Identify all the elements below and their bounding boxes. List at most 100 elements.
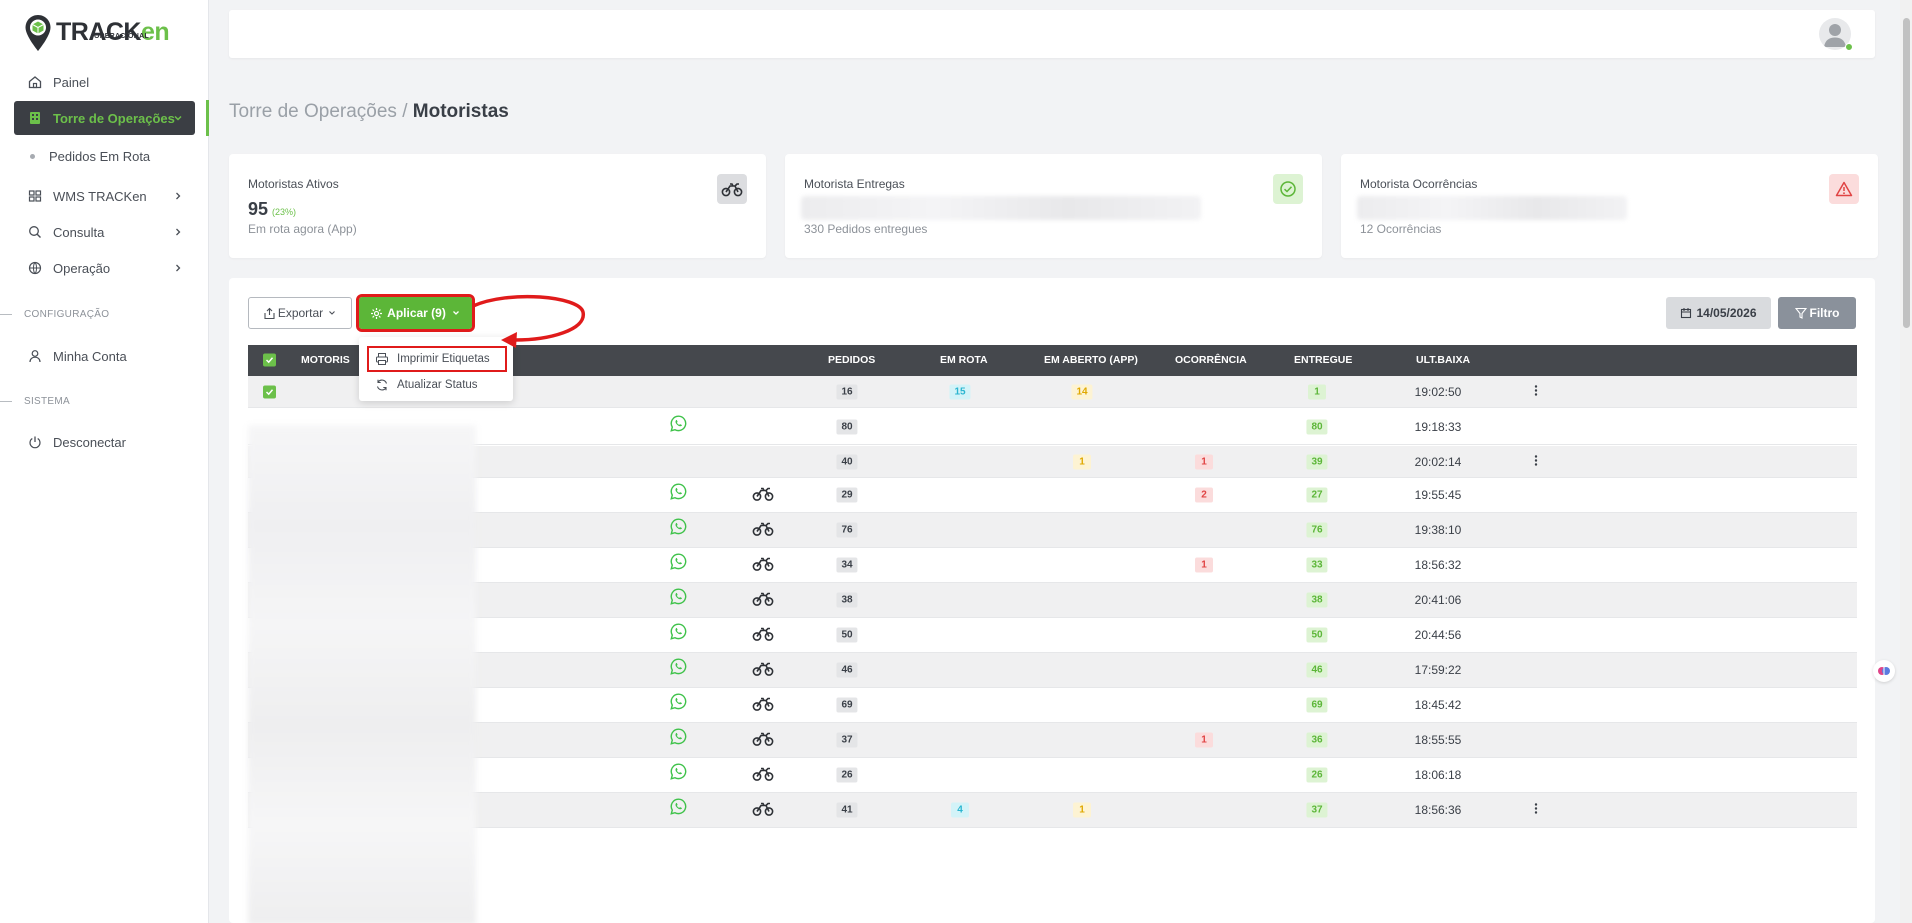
card-title: Motorista Ocorrências <box>1360 177 1478 191</box>
sidebar-item-painel[interactable]: Painel <box>14 65 195 99</box>
check-icon <box>265 357 274 364</box>
badge-orders: 38 <box>836 592 858 608</box>
row-menu-icon[interactable] <box>1534 803 1538 818</box>
whatsapp-icon[interactable] <box>670 798 687 818</box>
last-update-time: 20:44:56 <box>1414 628 1462 642</box>
last-update-time: 19:55:45 <box>1414 488 1462 502</box>
badge-delivered: 26 <box>1306 767 1328 783</box>
export-label: Exportar <box>277 306 324 320</box>
badge-orders: 16 <box>836 384 858 399</box>
card-value: 95 (23%) <box>248 199 296 220</box>
whatsapp-icon[interactable] <box>670 728 687 748</box>
table-row[interactable]: 76 76 19:38:10 <box>248 513 1857 548</box>
row-menu-icon[interactable] <box>1534 384 1538 399</box>
table-row[interactable]: 29 2 27 19:55:45 <box>248 478 1857 513</box>
table-row[interactable]: 80 80 19:18:33 <box>248 410 1857 445</box>
sidebar-item-consulta[interactable]: Consulta <box>14 215 195 249</box>
motorcycle-icon[interactable] <box>752 731 774 750</box>
calendar-icon <box>1681 308 1692 319</box>
motorcycle-icon[interactable] <box>752 696 774 715</box>
badge-delivered: 80 <box>1306 419 1328 435</box>
col-open-app[interactable]: EM ABERTO (APP) <box>1044 354 1138 366</box>
badge-delivered: 37 <box>1306 802 1328 818</box>
badge-orders: 34 <box>836 557 858 573</box>
sidebar-item-operacao[interactable]: Operação <box>14 251 195 285</box>
sidebar-item-wms[interactable]: WMS TRACKen <box>14 179 195 213</box>
chevron-down-icon <box>329 311 336 315</box>
filter-label: Filtro <box>1809 306 1840 320</box>
grid-icon <box>27 188 43 204</box>
scrollbar-thumb[interactable] <box>1903 18 1910 328</box>
motorcycle-icon[interactable] <box>752 486 774 505</box>
breadcrumb-parent[interactable]: Torre de Operações / <box>229 101 407 122</box>
table-row[interactable]: 37 1 36 18:55:55 <box>248 723 1857 758</box>
badge-delivered: 76 <box>1306 522 1328 538</box>
whatsapp-icon[interactable] <box>670 623 687 643</box>
motorcycle-icon[interactable] <box>752 801 774 820</box>
check-icon <box>265 388 274 395</box>
col-occurrence[interactable]: OCORRÊNCIA <box>1175 354 1247 366</box>
table-row[interactable]: 34 1 33 18:56:32 <box>248 548 1857 583</box>
redacted-driver-names <box>248 425 476 923</box>
table-row[interactable]: 41 4 1 37 18:56:36 <box>248 793 1857 828</box>
date-picker-button[interactable]: 14/05/2026 <box>1666 297 1771 329</box>
topbar <box>229 10 1875 58</box>
whatsapp-icon[interactable] <box>670 763 687 783</box>
card-driver-occurrences: Motorista Ocorrências 12 Ocorrências <box>1341 154 1878 258</box>
menu-item-update-status[interactable]: Atualizar Status <box>369 374 478 396</box>
whatsapp-icon[interactable] <box>670 658 687 678</box>
export-icon <box>264 307 275 319</box>
table-row[interactable]: 50 50 20:44:56 <box>248 618 1857 653</box>
row-checkbox[interactable] <box>263 385 276 398</box>
motorcycle-icon[interactable] <box>752 556 774 575</box>
col-last-update[interactable]: ULT.BAIXA <box>1416 354 1470 366</box>
floating-assistant-icon[interactable] <box>1873 660 1895 682</box>
active-percent: (23%) <box>272 207 297 217</box>
card-subtitle: 12 Ocorrências <box>1360 222 1442 236</box>
sidebar-item-desconectar[interactable]: Desconectar <box>14 425 195 459</box>
col-orders[interactable]: PEDIDOS <box>828 354 875 366</box>
motorcycle-icon[interactable] <box>752 521 774 540</box>
page-scrollbar[interactable] <box>1900 0 1912 923</box>
filter-button[interactable]: Filtro <box>1778 297 1856 329</box>
table-row[interactable]: 69 69 18:45:42 <box>248 688 1857 723</box>
motorcycle-icon[interactable] <box>752 591 774 610</box>
whatsapp-icon[interactable] <box>670 415 687 435</box>
search-icon <box>27 224 43 240</box>
whatsapp-icon[interactable] <box>670 483 687 503</box>
motorcycle-icon[interactable] <box>752 626 774 645</box>
select-all-checkbox[interactable] <box>263 353 276 367</box>
motorcycle-icon[interactable] <box>752 766 774 785</box>
sidebar-item-minha-conta[interactable]: Minha Conta <box>14 339 195 373</box>
card-title: Motorista Entregas <box>804 177 905 191</box>
apply-label: Aplicar (9) <box>387 306 446 320</box>
apply-button[interactable]: Aplicar (9) <box>356 294 475 332</box>
badge-delivered: 46 <box>1306 662 1328 678</box>
sidebar-item-torre-operacoes[interactable]: Torre de Operações <box>14 101 195 135</box>
sidebar-item-label: Minha Conta <box>53 348 127 364</box>
whatsapp-icon[interactable] <box>670 518 687 538</box>
last-update-time: 18:06:18 <box>1414 768 1462 782</box>
badge-orders: 69 <box>836 697 858 713</box>
col-driver[interactable]: MOTORIS <box>301 354 350 366</box>
row-menu-icon[interactable] <box>1534 454 1538 469</box>
col-in-route[interactable]: EM ROTA <box>940 354 988 366</box>
active-count: 95 <box>248 199 269 219</box>
badge-orders: 50 <box>836 627 858 643</box>
badge-occ: 1 <box>1195 454 1213 469</box>
whatsapp-icon[interactable] <box>670 693 687 713</box>
table-row[interactable]: 38 38 20:41:06 <box>248 583 1857 618</box>
badge-delivered: 33 <box>1306 557 1328 573</box>
whatsapp-icon[interactable] <box>670 588 687 608</box>
sidebar-item-label: Pedidos Em Rota <box>49 149 151 164</box>
printer-icon <box>376 353 388 365</box>
sidebar-item-label: WMS TRACKen <box>53 188 147 204</box>
table-row[interactable]: 26 26 18:06:18 <box>248 758 1857 793</box>
motorcycle-icon[interactable] <box>752 661 774 680</box>
col-delivered[interactable]: ENTREGUE <box>1294 354 1352 366</box>
whatsapp-icon[interactable] <box>670 553 687 573</box>
table-row[interactable]: 46 46 17:59:22 <box>248 653 1857 688</box>
table-row[interactable]: 40 1 1 39 20:02:14 <box>248 446 1857 478</box>
sidebar-subitem-pedidos-em-rota[interactable]: Pedidos Em Rota <box>30 149 150 164</box>
export-button[interactable]: Exportar <box>248 297 352 329</box>
